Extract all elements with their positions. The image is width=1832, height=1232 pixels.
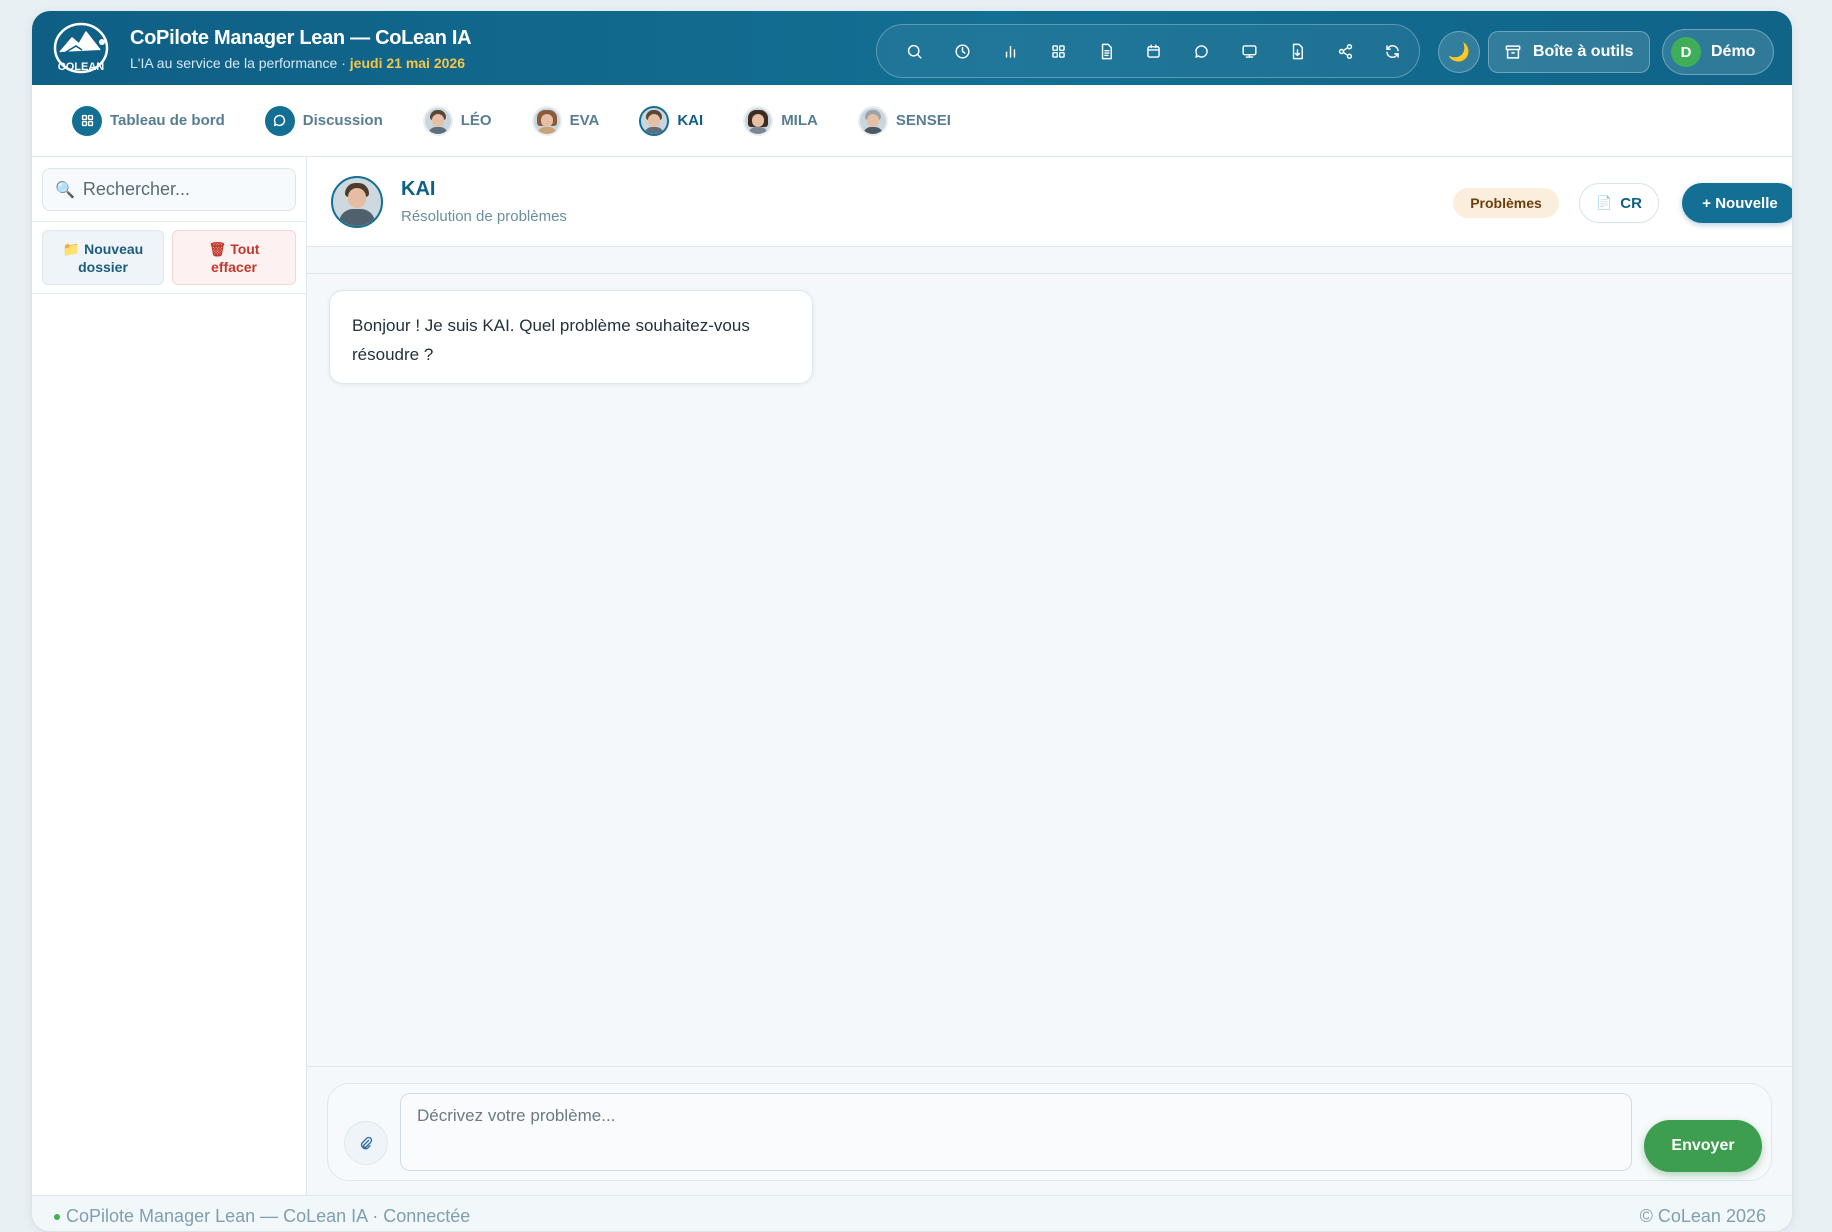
grid-icon[interactable] <box>1034 33 1082 69</box>
agent-avatar <box>331 176 383 228</box>
refresh-icon[interactable] <box>1369 33 1417 69</box>
document-icon: 📄 <box>1596 195 1613 210</box>
clock-icon[interactable] <box>939 33 987 69</box>
user-avatar: D <box>1671 37 1701 67</box>
dashboard-icon <box>72 105 102 136</box>
nav-dashboard[interactable]: Tableau de bord <box>72 105 225 136</box>
search-placeholder: Rechercher... <box>82 179 190 199</box>
search-icon[interactable] <box>891 33 939 69</box>
nav-label: Discussion <box>302 112 383 129</box>
archive-icon <box>1505 45 1521 59</box>
search-input[interactable]: 🔍 Rechercher... <box>42 168 296 211</box>
chat-header: KAI Résolution de problèmes Problèmes 📄 … <box>307 157 1792 247</box>
toolbox-label: Boîte à outils <box>1533 43 1634 60</box>
main-nav: Tableau de bord Discussion LÉO EVA KAI M… <box>32 85 1792 157</box>
copyright: © CoLean 2026 <box>1639 1206 1766 1226</box>
top-header: COLEAN CoPilote Manager Lean — CoLean IA… <box>32 11 1792 85</box>
agent-message: Bonjour ! Je suis KAI. Quel problème sou… <box>329 290 813 384</box>
divider <box>307 1066 1792 1067</box>
clear-all-button[interactable]: 🗑 Tout effacer <box>172 230 296 285</box>
share-icon[interactable] <box>1321 33 1369 69</box>
conversation-sidebar: 🔍 Rechercher... 📁 Nouveau dossier 🗑 Tout… <box>32 157 307 1195</box>
calendar-icon[interactable] <box>1130 33 1178 69</box>
nav-label: Tableau de bord <box>110 112 225 129</box>
attach-button[interactable] <box>344 1121 388 1165</box>
avatar <box>743 105 774 136</box>
avatar <box>639 105 670 136</box>
bar-chart-icon[interactable] <box>987 33 1035 69</box>
connection-status: CoPilote Manager Lean — CoLean IA · Conn… <box>54 1206 470 1227</box>
clear-label-line2: effacer <box>211 259 257 275</box>
user-menu[interactable]: D Démo <box>1662 29 1774 75</box>
new-folder-label-line1: Nouveau <box>84 241 144 257</box>
agent-role: Résolution de problèmes <box>401 208 567 225</box>
divider <box>32 293 307 294</box>
new-folder-button[interactable]: 📁 Nouveau dossier <box>42 230 164 285</box>
paperclip-icon <box>360 1136 373 1150</box>
message-list: Bonjour ! Je suis KAI. Quel problème sou… <box>307 273 1792 1068</box>
folder-icon: 📁 <box>62 241 81 257</box>
topic-badge: Problèmes <box>1453 188 1559 218</box>
document-icon[interactable] <box>1082 33 1130 69</box>
nav-label: SENSEI <box>895 112 951 129</box>
chat-icon[interactable] <box>1178 33 1226 69</box>
nav-label: EVA <box>569 112 600 129</box>
nav-mila[interactable]: MILA <box>743 105 818 136</box>
nav-kai[interactable]: KAI <box>639 105 704 136</box>
chat-icon <box>264 105 295 136</box>
divider <box>32 221 307 222</box>
dark-mode-toggle[interactable]: 🌙 <box>1438 31 1480 73</box>
report-button[interactable]: 📄 CR <box>1579 183 1659 223</box>
online-indicator <box>54 1213 60 1220</box>
nav-sensei[interactable]: SENSEI <box>857 105 951 136</box>
clear-label-line1: Tout <box>230 241 260 257</box>
nav-discussion[interactable]: Discussion <box>264 105 383 136</box>
avatar <box>422 105 453 136</box>
toolbar-icons <box>876 24 1420 78</box>
app-title: CoPilote Manager Lean — CoLean IA <box>130 27 472 49</box>
status-text: CoPilote Manager Lean — CoLean IA · Conn… <box>66 1206 471 1226</box>
nav-eva[interactable]: EVA <box>531 105 600 136</box>
app-subtitle: L'IA au service de la performance · jeud… <box>130 55 465 71</box>
nav-label: LÉO <box>460 112 492 129</box>
search-icon: 🔍 <box>55 181 75 199</box>
nav-label: MILA <box>781 112 818 129</box>
new-folder-label-line2: dossier <box>78 259 128 275</box>
send-button[interactable]: Envoyer <box>1644 1120 1762 1172</box>
trash-icon: 🗑 <box>208 241 227 257</box>
avatar <box>857 105 888 136</box>
status-footer: CoPilote Manager Lean — CoLean IA · Conn… <box>32 1195 1792 1231</box>
moon-icon: 🌙 <box>1447 41 1471 62</box>
current-date: jeudi 21 mai 2026 <box>349 55 465 71</box>
avatar <box>531 105 562 136</box>
message-composer: Envoyer <box>327 1083 1772 1181</box>
file-download-icon[interactable] <box>1273 33 1321 69</box>
monitor-icon[interactable] <box>1226 33 1274 69</box>
report-label: CR <box>1620 194 1642 212</box>
toolbox-button[interactable]: Boîte à outils <box>1488 31 1650 73</box>
user-name: Démo <box>1711 43 1756 60</box>
agent-name: KAI <box>401 178 436 200</box>
nav-leo[interactable]: LÉO <box>422 105 492 136</box>
chat-panel: KAI Résolution de problèmes Problèmes 📄 … <box>307 157 1792 1195</box>
message-input[interactable] <box>400 1093 1632 1171</box>
app-window: COLEAN CoPilote Manager Lean — CoLean IA… <box>32 11 1792 1231</box>
colean-logo: COLEAN <box>53 22 109 74</box>
new-conversation-button[interactable]: + Nouvelle <box>1682 183 1792 223</box>
subtitle-text: L'IA au service de la performance · <box>130 55 350 71</box>
svg-text:COLEAN: COLEAN <box>58 61 105 73</box>
nav-label: KAI <box>677 112 704 129</box>
